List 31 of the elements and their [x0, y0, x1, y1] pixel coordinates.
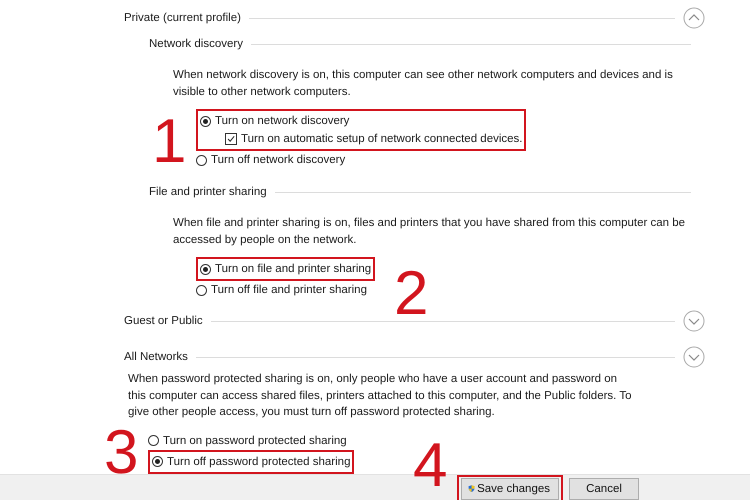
- radio-button[interactable]: [200, 264, 211, 274]
- collapse-icon[interactable]: [683, 7, 705, 29]
- step-number: 3: [104, 422, 138, 484]
- option-label[interactable]: Turn off network discovery: [211, 154, 346, 166]
- checkbox[interactable]: [225, 133, 237, 145]
- option-label[interactable]: Turn on password protected sharing: [163, 434, 347, 446]
- radio-button[interactable]: [196, 154, 207, 166]
- radio-button[interactable]: [200, 116, 211, 126]
- description: When network discovery is on, this computer can see other network computers and devices and is visible to other network computers.: [173, 68, 674, 100]
- description: When file and printer sharing is on, files and printers that you have shared from this computer can be accessed by people on the network.: [173, 216, 686, 248]
- radio-button[interactable]: [196, 284, 207, 296]
- step-number: 2: [394, 263, 428, 325]
- option-label[interactable]: Turn on automatic setup of network connected devices.: [241, 133, 522, 145]
- section-title: Guest or Public: [124, 315, 203, 327]
- expand-icon[interactable]: [683, 310, 705, 332]
- section-title: Private (current profile): [124, 12, 241, 24]
- radio-button[interactable]: [152, 456, 163, 467]
- section-title: All Networks: [124, 351, 188, 363]
- option-label[interactable]: Turn off file and printer sharing: [211, 284, 367, 296]
- expand-icon[interactable]: [683, 346, 705, 368]
- save-button[interactable]: Save changes: [461, 478, 559, 500]
- cancel-button[interactable]: Cancel: [569, 478, 639, 500]
- group-title: Network discovery: [149, 38, 243, 50]
- description: When password protected sharing is on, only people who have a user account and password on this computer can access shared files, printers attached to this computer, and the Public folders. To give other people access, you must turn off password protected sharing.: [128, 372, 632, 420]
- option-label[interactable]: Turn on file and printer sharing: [215, 263, 372, 275]
- option-label[interactable]: Turn off password protected sharing: [167, 456, 350, 468]
- step-number: 1: [152, 111, 186, 173]
- radio-button[interactable]: [148, 435, 159, 446]
- option-label[interactable]: Turn on network discovery: [215, 115, 350, 127]
- group-title: File and printer sharing: [149, 186, 267, 198]
- step-number: 4: [413, 434, 448, 496]
